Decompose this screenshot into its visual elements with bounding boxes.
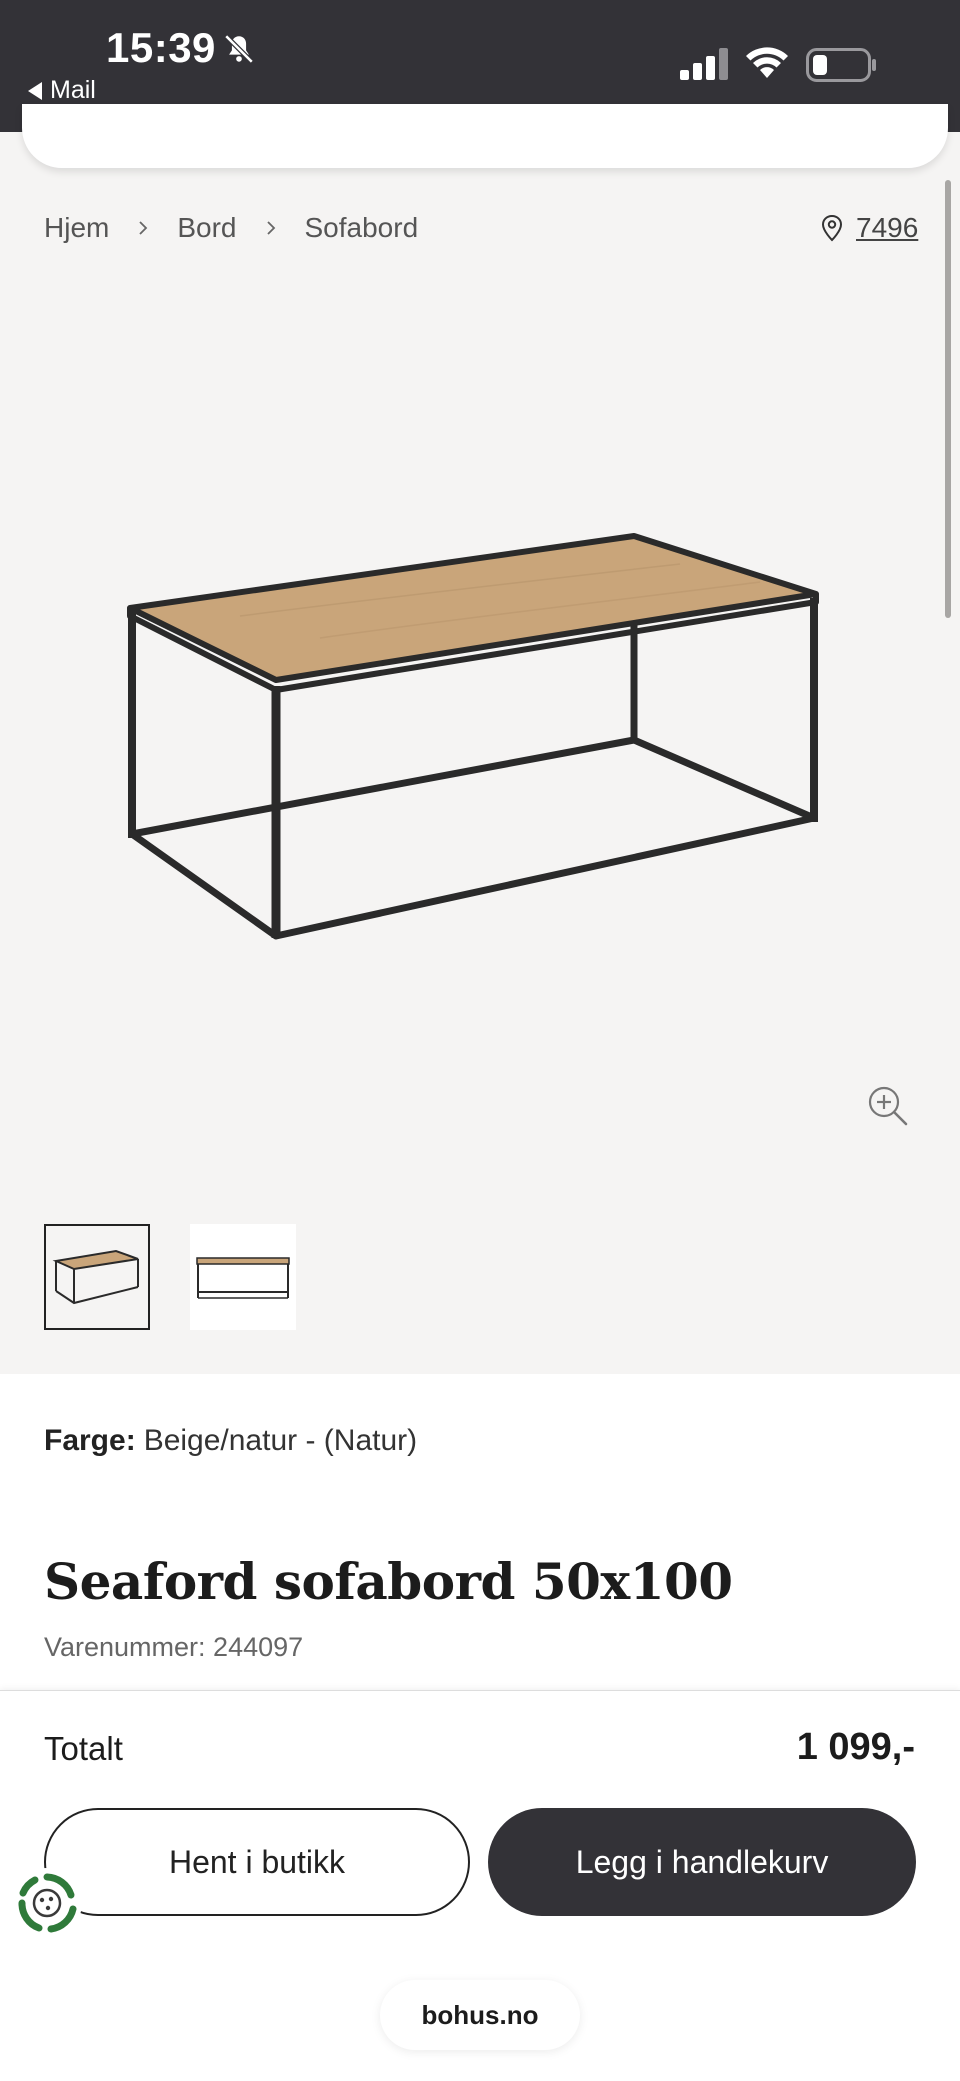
- back-arrow-icon: [28, 81, 42, 100]
- zoom-in-icon[interactable]: [866, 1084, 910, 1128]
- add-to-cart-button[interactable]: Legg i handlekurv: [488, 1808, 916, 1916]
- thumbnail-2[interactable]: [190, 1224, 296, 1330]
- chevron-right-icon: [266, 221, 275, 235]
- status-time: 15:39: [106, 24, 216, 71]
- battery-icon: [806, 48, 876, 82]
- product-sku: Varenummer: 244097: [44, 1632, 304, 1662]
- breadcrumb: Hjem Bord Sofabord: [44, 212, 418, 244]
- page-scrollbar[interactable]: [945, 180, 951, 618]
- back-app-label: Mail: [50, 76, 96, 104]
- breadcrumb-item-hjem[interactable]: Hjem: [44, 212, 109, 244]
- total-price: 1 099,-: [796, 1726, 915, 1768]
- total-label: Totalt: [44, 1730, 123, 1767]
- eco-badge[interactable]: [12, 1868, 82, 1938]
- recycle-leaf-icon: [18, 1873, 77, 1933]
- bell-muted-icon: [224, 34, 254, 64]
- breadcrumb-item-sofabord[interactable]: Sofabord: [305, 212, 419, 244]
- coffee-table-image[interactable]: [120, 520, 830, 950]
- pickup-in-store-button[interactable]: Hent i butikk: [44, 1808, 470, 1916]
- search-bar[interactable]: [22, 104, 948, 168]
- thumbnail-1[interactable]: [44, 1224, 150, 1330]
- browser-url-bar[interactable]: bohus.no: [380, 1980, 580, 2050]
- signal-icon: [680, 48, 728, 80]
- color-value: Beige/natur - (Natur): [143, 1424, 418, 1457]
- coffee-table-thumbnail: [52, 1249, 139, 1305]
- store-number[interactable]: 7496: [856, 212, 918, 244]
- coffee-table-front-thumbnail: [196, 1257, 290, 1299]
- color-info: Farge: Beige/natur - (Natur): [44, 1424, 417, 1458]
- color-label: Farge:: [44, 1424, 136, 1457]
- store-selector[interactable]: 7496: [820, 212, 918, 244]
- location-pin-icon: [821, 214, 843, 242]
- chevron-right-icon: [139, 221, 148, 235]
- product-title: Seaford sofabord 50x100: [44, 1552, 733, 1611]
- breadcrumb-item-bord[interactable]: Bord: [177, 212, 236, 244]
- wifi-icon: [746, 47, 788, 78]
- back-to-mail[interactable]: Mail: [28, 76, 96, 105]
